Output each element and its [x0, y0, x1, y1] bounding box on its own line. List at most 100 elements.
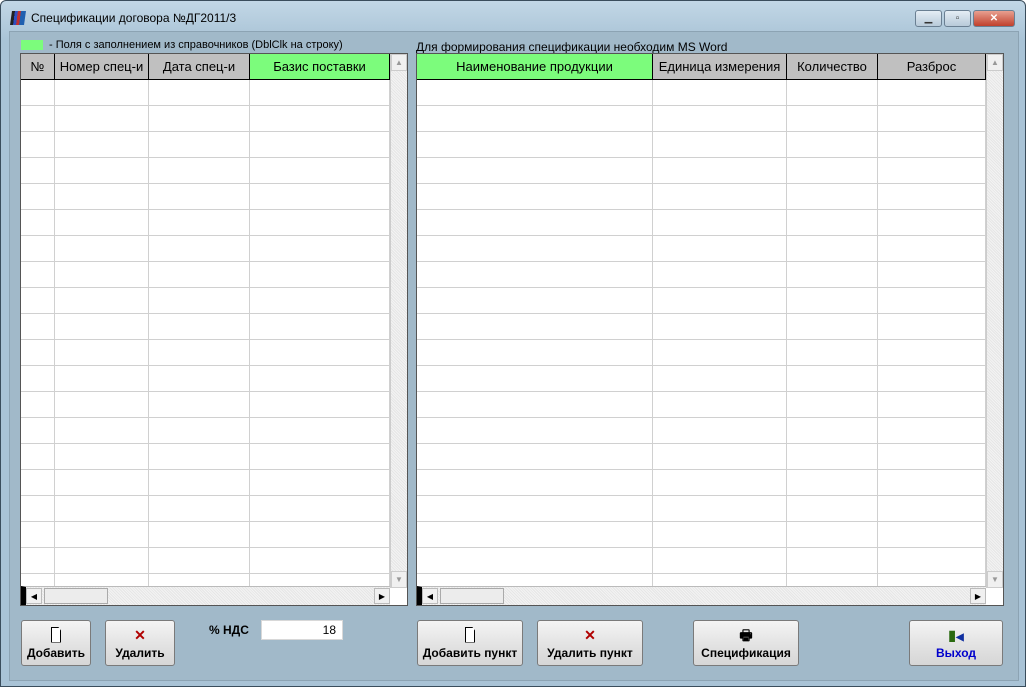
add-item-button[interactable]: Добавить пункт [417, 620, 523, 666]
table-cell[interactable] [149, 236, 250, 261]
table-cell[interactable] [878, 210, 986, 235]
table-cell[interactable] [787, 548, 878, 573]
table-row[interactable] [417, 522, 986, 548]
table-row[interactable] [21, 418, 390, 444]
table-cell[interactable] [417, 158, 653, 183]
table-cell[interactable] [878, 106, 986, 131]
table-cell[interactable] [55, 158, 149, 183]
delete-item-button[interactable]: ✕ Удалить пункт [537, 620, 643, 666]
col-spread[interactable]: Разброс [878, 54, 986, 79]
table-cell[interactable] [149, 470, 250, 495]
table-cell[interactable] [21, 210, 55, 235]
close-button[interactable]: ✕ [973, 10, 1015, 27]
table-cell[interactable] [878, 392, 986, 417]
table-cell[interactable] [417, 236, 653, 261]
table-cell[interactable] [787, 80, 878, 105]
table-cell[interactable] [653, 158, 787, 183]
table-cell[interactable] [417, 340, 653, 365]
scroll-down-arrow-icon[interactable]: ▼ [987, 571, 1003, 588]
table-cell[interactable] [55, 236, 149, 261]
table-cell[interactable] [417, 496, 653, 521]
table-cell[interactable] [653, 236, 787, 261]
table-cell[interactable] [417, 80, 653, 105]
table-cell[interactable] [653, 496, 787, 521]
table-cell[interactable] [417, 262, 653, 287]
table-cell[interactable] [653, 262, 787, 287]
col-quantity[interactable]: Количество [787, 54, 878, 79]
table-cell[interactable] [55, 184, 149, 209]
table-cell[interactable] [878, 262, 986, 287]
col-spec-number[interactable]: Номер спец-и [55, 54, 149, 79]
table-cell[interactable] [21, 314, 55, 339]
table-cell[interactable] [653, 522, 787, 547]
table-cell[interactable] [149, 262, 250, 287]
scroll-right-arrow-icon[interactable]: ▶ [970, 588, 986, 604]
table-cell[interactable] [55, 548, 149, 573]
maximize-button[interactable]: ▫ [944, 10, 971, 27]
table-cell[interactable] [878, 158, 986, 183]
table-row[interactable] [21, 522, 390, 548]
table-row[interactable] [21, 80, 390, 106]
table-cell[interactable] [250, 132, 390, 157]
table-cell[interactable] [250, 444, 390, 469]
table-cell[interactable] [787, 106, 878, 131]
table-cell[interactable] [55, 418, 149, 443]
table-cell[interactable] [55, 444, 149, 469]
table-cell[interactable] [21, 496, 55, 521]
table-cell[interactable] [787, 132, 878, 157]
table-cell[interactable] [787, 444, 878, 469]
table-cell[interactable] [21, 548, 55, 573]
table-cell[interactable] [250, 470, 390, 495]
delete-button[interactable]: ✕ Удалить [105, 620, 175, 666]
scroll-up-arrow-icon[interactable]: ▲ [987, 54, 1003, 71]
table-row[interactable] [21, 366, 390, 392]
table-cell[interactable] [787, 340, 878, 365]
exit-button[interactable]: ▮◀ Выход [909, 620, 1003, 666]
table-cell[interactable] [653, 80, 787, 105]
table-cell[interactable] [878, 496, 986, 521]
table-cell[interactable] [55, 314, 149, 339]
table-cell[interactable] [21, 470, 55, 495]
col-product-name[interactable]: Наименование продукции [417, 54, 653, 79]
table-row[interactable] [21, 158, 390, 184]
table-cell[interactable] [653, 184, 787, 209]
table-cell[interactable] [21, 158, 55, 183]
table-row[interactable] [21, 470, 390, 496]
table-cell[interactable] [653, 366, 787, 391]
table-cell[interactable] [55, 262, 149, 287]
table-cell[interactable] [149, 366, 250, 391]
table-row[interactable] [21, 444, 390, 470]
table-cell[interactable] [21, 106, 55, 131]
table-cell[interactable] [787, 210, 878, 235]
table-cell[interactable] [55, 288, 149, 313]
table-row[interactable] [417, 132, 986, 158]
scroll-down-arrow-icon[interactable]: ▼ [391, 571, 407, 588]
table-cell[interactable] [417, 132, 653, 157]
table-cell[interactable] [21, 184, 55, 209]
table-row[interactable] [417, 496, 986, 522]
table-row[interactable] [21, 288, 390, 314]
table-cell[interactable] [149, 106, 250, 131]
table-cell[interactable] [149, 210, 250, 235]
table-cell[interactable] [55, 340, 149, 365]
scroll-left-arrow-icon[interactable]: ◀ [26, 588, 42, 604]
table-cell[interactable] [878, 288, 986, 313]
scroll-thumb[interactable] [440, 588, 504, 604]
table-cell[interactable] [417, 392, 653, 417]
table-row[interactable] [417, 184, 986, 210]
table-cell[interactable] [878, 522, 986, 547]
table-row[interactable] [417, 288, 986, 314]
table-row[interactable] [417, 262, 986, 288]
vat-input[interactable]: 18 [261, 620, 343, 640]
table-cell[interactable] [653, 418, 787, 443]
minimize-button[interactable]: ▁ [915, 10, 942, 27]
col-delivery-basis[interactable]: Базис поставки [250, 54, 390, 79]
table-row[interactable] [417, 106, 986, 132]
table-cell[interactable] [417, 444, 653, 469]
scroll-right-arrow-icon[interactable]: ▶ [374, 588, 390, 604]
table-cell[interactable] [149, 158, 250, 183]
table-cell[interactable] [787, 158, 878, 183]
table-cell[interactable] [21, 288, 55, 313]
vertical-scrollbar[interactable]: ▲ ▼ [390, 54, 407, 588]
table-cell[interactable] [878, 236, 986, 261]
